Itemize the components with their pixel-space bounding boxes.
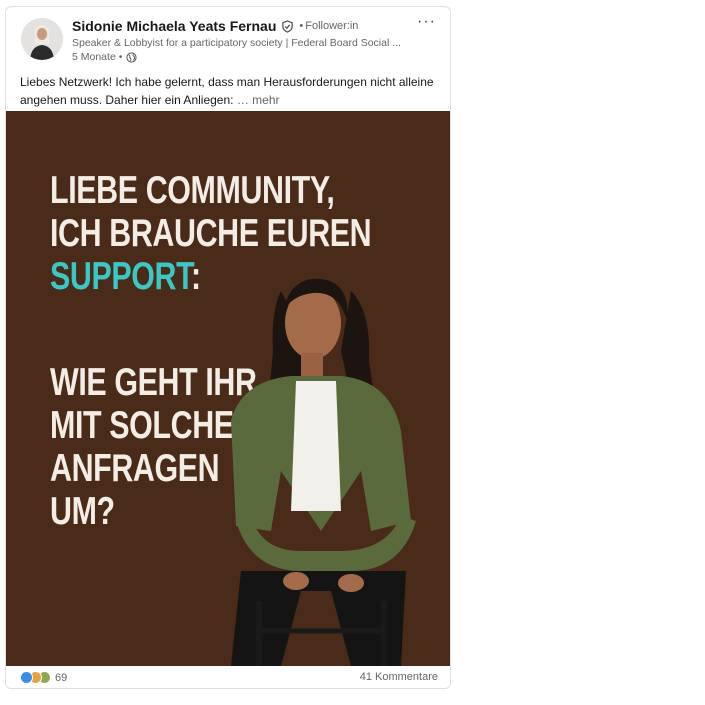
image-accent-suffix: : <box>190 255 201 298</box>
see-more-link[interactable]: … mehr <box>237 93 280 107</box>
post-image[interactable]: LIEBE COMMUNITY, ICH BRAUCHE EUREN SUPPO… <box>6 111 450 666</box>
separator-dot: • <box>115 51 123 63</box>
post-header: Sidonie Michaela Yeats Fernau • Follower… <box>6 7 450 67</box>
social-counts-bar: 69 41 Kommentare <box>6 666 450 688</box>
comments-count-link[interactable]: 41 Kommentare <box>360 671 438 683</box>
reactions-summary[interactable]: 69 <box>20 671 67 684</box>
author-name[interactable]: Sidonie Michaela Yeats Fernau <box>72 18 276 34</box>
author-relation: Follower:in <box>305 20 359 32</box>
image-line: ICH BRAUCHE EUREN <box>50 212 372 255</box>
verified-shield-icon <box>282 19 294 33</box>
globe-icon <box>126 51 137 63</box>
like-reaction-icon <box>20 671 33 684</box>
author-headline: Speaker & Lobbyist for a participatory s… <box>72 37 401 49</box>
image-accent-word: SUPPORT <box>50 255 191 298</box>
author-avatar[interactable] <box>21 18 63 60</box>
more-options-icon[interactable]: ··· <box>417 13 436 31</box>
feed-post: Sidonie Michaela Yeats Fernau • Follower… <box>5 6 451 689</box>
post-time: 5 Monate <box>72 51 116 63</box>
post-text: Liebes Netzwerk! Ich habe gelernt, dass … <box>20 75 434 107</box>
post-text-block: Liebes Netzwerk! Ich habe gelernt, dass … <box>20 73 440 109</box>
reaction-count[interactable]: 69 <box>55 672 67 684</box>
separator-dot: • <box>299 20 304 32</box>
image-line: LIEBE COMMUNITY, <box>50 169 335 212</box>
post-time-row: 5 Monate • <box>72 51 137 63</box>
author-name-row: Sidonie Michaela Yeats Fernau • Follower… <box>72 18 358 34</box>
person-illustration <box>231 278 416 666</box>
